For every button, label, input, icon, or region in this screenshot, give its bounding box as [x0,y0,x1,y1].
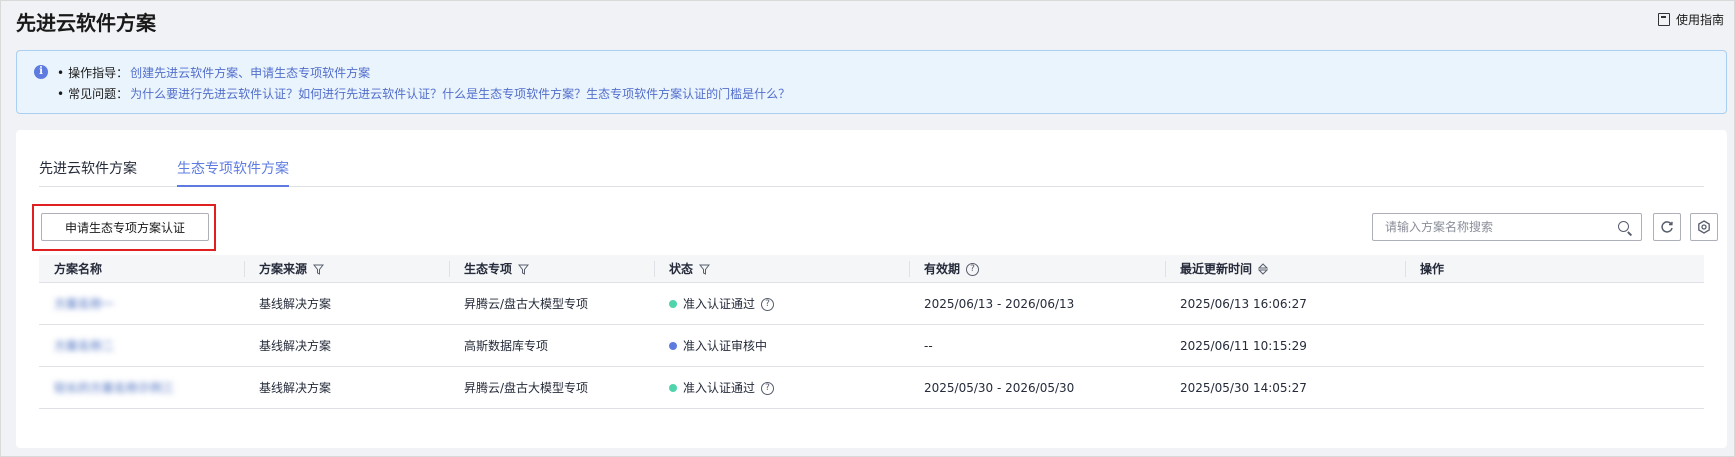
status-dot [669,300,677,308]
gear-icon [1698,220,1710,234]
table-row: 方案名称二 基线解决方案 高斯数据库专项 准入认证审核中 -- 2025/06/… [39,325,1704,367]
status-cell: 准入认证通过 ? [669,283,775,325]
page-title: 先进云软件方案 [16,11,156,35]
status-text: 准入认证通过 [683,297,756,311]
column-header-actions: 操作 [1420,262,1445,276]
tab-advanced-cloud[interactable]: 先进云软件方案 [39,158,137,187]
search-box [1372,213,1642,241]
column-divider [449,261,450,277]
last-updated: 2025/06/13 16:06:27 [1180,297,1307,311]
help-icon[interactable]: ? [761,381,775,395]
column-header-name: 方案名称 [54,262,103,276]
status-text: 准入认证审核中 [683,339,768,353]
filter-icon[interactable] [699,264,711,275]
info-icon: i [34,65,48,79]
table-row: 较长的方案名称示例三 基线解决方案 昇腾云/盘古大模型专项 准入认证通过 ? 2… [39,367,1704,409]
last-updated: 2025/06/11 10:15:29 [1180,339,1307,353]
highlight-box: 申请生态专项方案认证 [32,204,216,251]
status-dot [669,342,677,350]
tab-bar: 先进云软件方案 生态专项软件方案 [39,158,1704,187]
solution-name-link[interactable]: 方案名称一 [54,283,114,325]
solution-source: 基线解决方案 [259,339,332,353]
refresh-button[interactable] [1653,213,1681,241]
status-text: 准入认证通过 [683,381,756,395]
column-header-special: 生态专项 [464,255,530,283]
bullet: • [57,65,65,80]
search-icon[interactable] [1618,221,1629,232]
faq-link-why[interactable]: 为什么要进行先进云软件认证？ [130,85,298,102]
notice-guide-label: 操作指导： [68,66,129,80]
validity-period: -- [924,339,933,353]
user-guide-label: 使用指南 [1675,13,1724,27]
table-row: 方案名称一 基线解决方案 昇腾云/盘古大模型专项 准入认证通过 ? 2025/0… [39,283,1704,325]
ecosystem-special: 昇腾云/盘古大模型专项 [464,297,589,311]
notice-line-guide: • 操作指导： 创建先进云软件方案、申请生态专项软件方案 [57,64,370,81]
column-divider [1405,261,1406,277]
status-dot [669,384,677,392]
faq-link-threshold[interactable]: 生态专项软件方案认证的门槛是什么？ [586,85,790,102]
faq-link-what[interactable]: 什么是生态专项软件方案？ [442,85,586,102]
ecosystem-special: 高斯数据库专项 [464,339,549,353]
sort-icon[interactable] [1258,263,1269,275]
column-header-source: 方案来源 [259,255,325,283]
column-divider [654,261,655,277]
filter-icon[interactable] [518,264,530,275]
refresh-icon [1661,221,1673,233]
tab-ecosystem-special[interactable]: 生态专项软件方案 [177,158,289,187]
main-card: 先进云软件方案 生态专项软件方案 申请生态专项方案认证 方案名称 [16,130,1727,448]
table-header: 方案名称 方案来源 生态专项 状态 有效期 ? 最近更新时间 操作 [39,255,1704,283]
notice-faq-label: 常见问题： [68,87,129,101]
page-frame: 先进云软件方案 使用指南 i • 操作指导： 创建先进云软件方案、申请生态专项软… [0,0,1735,457]
ecosystem-special: 昇腾云/盘古大模型专项 [464,381,589,395]
help-icon[interactable]: ? [966,262,980,276]
last-updated: 2025/05/30 14:05:27 [1180,381,1307,395]
user-guide-link[interactable]: 使用指南 [1657,11,1724,28]
validity-period: 2025/05/30 - 2026/05/30 [924,381,1075,395]
validity-period: 2025/06/13 - 2026/06/13 [924,297,1075,311]
column-divider [244,261,245,277]
column-header-validity: 有效期 ? [924,255,980,283]
status-cell: 准入认证审核中 [669,325,767,367]
column-divider [909,261,910,277]
column-header-status: 状态 [669,255,711,283]
column-header-updated: 最近更新时间 [1180,255,1269,283]
search-input[interactable] [1373,214,1593,240]
bullet: • [57,86,65,101]
solution-name-link[interactable]: 较长的方案名称示例三 [54,367,174,409]
notice-line-faq: • 常见问题： 为什么要进行先进云软件认证？ 如何进行先进云软件认证？ 什么是生… [57,85,790,102]
apply-certification-button[interactable]: 申请生态专项方案认证 [41,213,209,241]
notice-banner: i • 操作指导： 创建先进云软件方案、申请生态专项软件方案 • 常见问题： 为… [16,50,1727,114]
guide-link-create[interactable]: 创建先进云软件方案、申请生态专项软件方案 [130,64,370,81]
solution-source: 基线解决方案 [259,381,332,395]
solution-source: 基线解决方案 [259,297,332,311]
faq-link-how[interactable]: 如何进行先进云软件认证？ [298,85,442,102]
column-divider [1165,261,1166,277]
status-cell: 准入认证通过 ? [669,367,775,409]
filter-icon[interactable] [313,264,325,275]
document-icon [1657,13,1670,26]
solution-name-link[interactable]: 方案名称二 [54,325,114,367]
help-icon[interactable]: ? [761,297,775,311]
settings-button[interactable] [1690,213,1718,241]
